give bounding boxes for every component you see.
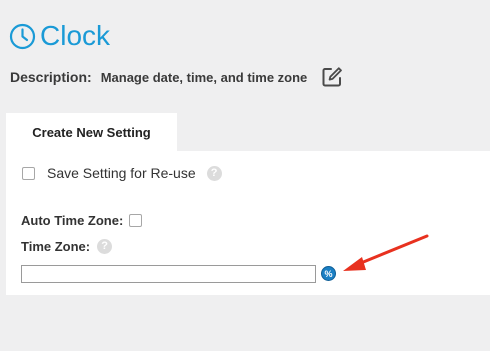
auto-time-zone-checkbox[interactable]	[129, 213, 143, 227]
tab-label: Create New Setting	[32, 124, 151, 140]
clock-icon	[9, 23, 36, 49]
save-setting-row: Save Setting for Re-use ?	[22, 164, 222, 182]
description-label: Description:	[10, 69, 92, 85]
edit-icon[interactable]	[321, 66, 343, 88]
help-icon[interactable]: ?	[97, 238, 113, 254]
save-setting-label: Save Setting for Re-use	[47, 165, 196, 181]
insert-variable-button[interactable]: %	[321, 266, 336, 281]
save-setting-checkbox[interactable]	[22, 166, 35, 180]
auto-time-zone-row: Auto Time Zone:	[21, 211, 143, 229]
description-value: Manage date, time, and time zone	[100, 69, 308, 85]
page-title: Clock	[40, 20, 111, 51]
description-row: Description: Manage date, time, and time…	[10, 64, 343, 90]
time-zone-input[interactable]	[21, 265, 316, 283]
time-zone-row: Time Zone: ?	[21, 237, 113, 255]
time-zone-label: Time Zone:	[21, 238, 91, 254]
auto-time-zone-label: Auto Time Zone:	[21, 212, 124, 228]
tab-create-new-setting[interactable]: Create New Setting	[6, 113, 177, 151]
annotation-arrow	[343, 234, 429, 271]
page-header: Clock	[9, 18, 110, 54]
help-icon[interactable]: ?	[206, 165, 222, 181]
